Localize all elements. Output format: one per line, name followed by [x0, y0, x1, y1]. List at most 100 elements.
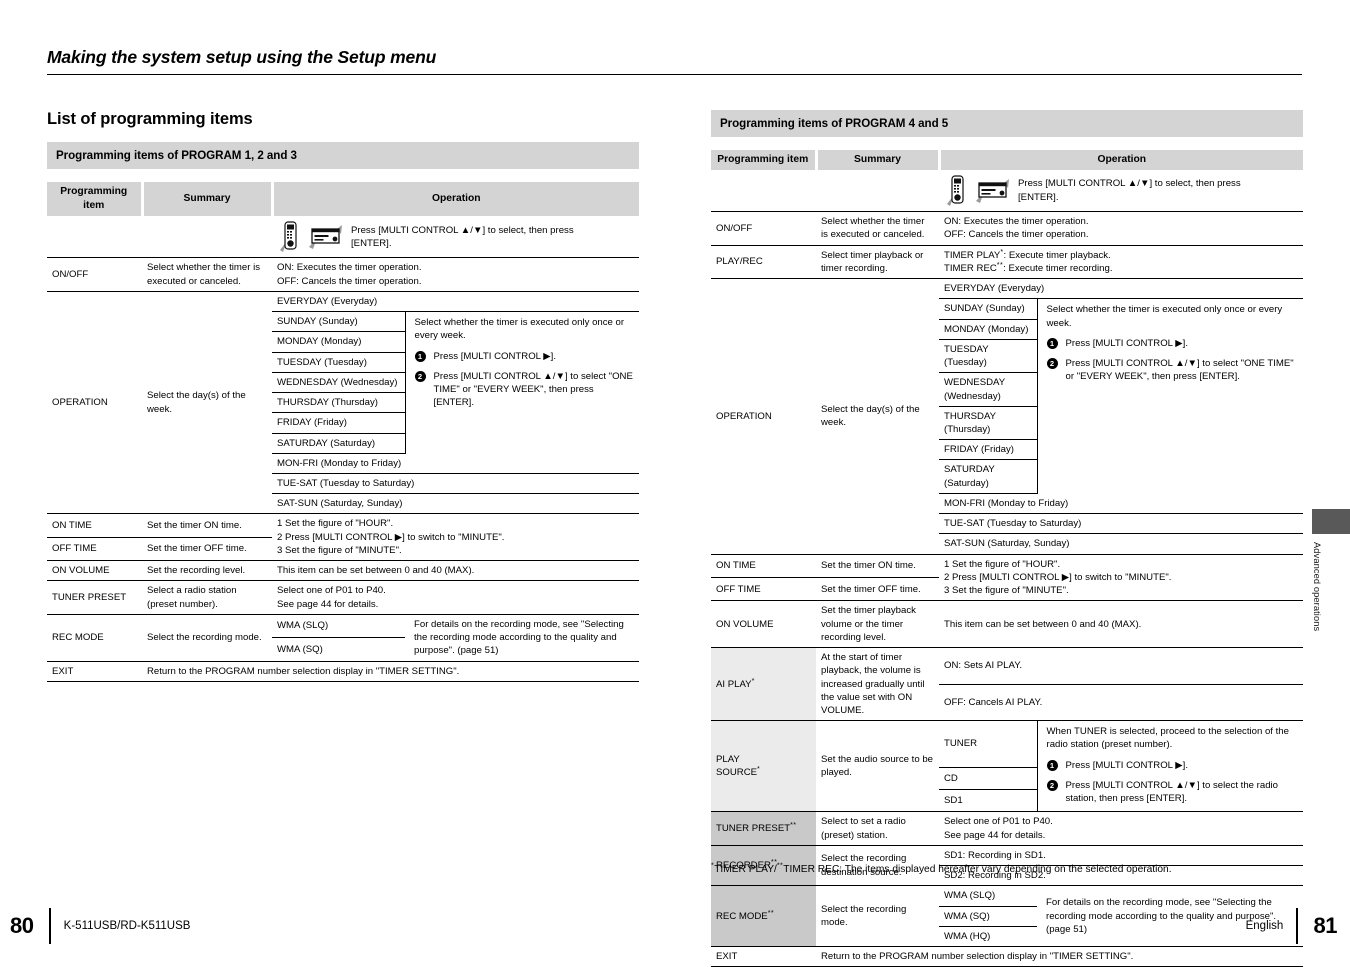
play-source-tuner-note: When TUNER is selected, proceed to the s… [1036, 720, 1304, 813]
operation-day-sunday: SUNDAY (Sunday) [272, 311, 405, 333]
operation-step-2: 2 Press [MULTI CONTROL ▲/▼] to select "O… [1046, 357, 1298, 383]
row-operation-time: 1 Set the figure of "HOUR". 2 Press [MUL… [272, 513, 640, 562]
device-icons-group [279, 221, 342, 253]
stereo-receiver-icon [309, 224, 342, 249]
step-number-2: 2 [414, 370, 426, 382]
ai-play-op-off: OFF: Cancels AI PLAY. [939, 684, 1304, 722]
rec-mode-footnote-marker: ** [767, 907, 775, 917]
play-source-label-line1: PLAY [716, 754, 740, 766]
left-table-band: Programming items of PROGRAM 1, 2 and 3 [47, 142, 639, 169]
right-page-column: Programming items of PROGRAM 4 and 5 Pro… [711, 110, 1304, 967]
remote-control-icon [280, 221, 297, 253]
play-source-note-intro: When TUNER is selected, proceed to the s… [1046, 726, 1289, 751]
footnote-part-2: TIMER REC: The items displayed hereafter… [783, 864, 1172, 875]
time-op-line1: 1 Set the figure of "HOUR". [944, 558, 1061, 570]
row-item-on-time: ON TIME [711, 554, 816, 579]
time-op-line3: 3 Set the figure of "MINUTE". [277, 544, 402, 556]
operation-day-wednesday: WEDNESDAY (Wednesday) [272, 372, 405, 394]
ai-play-op-on: ON: Sets AI PLAY. [939, 647, 1304, 685]
row-summary-on-volume: Set the timer playback volume or the tim… [816, 600, 939, 649]
step-number-1: 1 [1046, 337, 1058, 349]
table-row-ai-play-on: AI PLAY* At the start of timer playback,… [711, 647, 1304, 722]
operation-note-intro: Select whether the timer is executed onl… [414, 317, 625, 342]
col-header-programming-item: Programming item [47, 182, 144, 217]
empty-item-cell [47, 216, 142, 259]
page-footnote: *TIMER PLAY/**TIMER REC: The items displ… [711, 862, 1172, 875]
operation-step-2-text: Press [MULTI CONTROL ▲/▼] to select "ONE… [1065, 358, 1294, 383]
row-item-exit: EXIT [47, 661, 142, 682]
row-operation-play-rec: TIMER PLAY*: Execute timer playback. TIM… [939, 245, 1304, 280]
operation-everyday: EVERYDAY (Everyday) [272, 291, 640, 313]
operation-day-sunday: SUNDAY (Sunday) [939, 298, 1037, 320]
row-item-tuner-preset: TUNER PRESET [47, 580, 142, 615]
table-row-on-time: ON TIME Set the timer ON time. 1 Set the… [47, 513, 640, 562]
play-rec-op-line2: TIMER REC**: Execute timer recording. [944, 261, 1298, 275]
icon-instruction-line2: [ENTER]. [351, 237, 392, 249]
row-operation-tuner-preset: Select one of P01 to P40. See page 44 fo… [272, 580, 640, 615]
row-item-off-time: OFF TIME [47, 537, 142, 562]
play-source-cd: CD [939, 767, 1037, 791]
col-header-summary: Summary [142, 182, 274, 217]
side-tab-label: Advanced operations [1312, 542, 1322, 632]
rec-mode-note: For details on the recording mode, see "… [405, 614, 640, 662]
page-number-right: 81 [1313, 913, 1338, 938]
row-item-on-time: ON TIME [47, 513, 142, 538]
timer-play-desc: : Execute timer playback. [1003, 249, 1111, 261]
page-number-left: 80 [10, 913, 34, 938]
row-item-operation: OPERATION [47, 291, 142, 515]
row-item-rec-mode: REC MODE [47, 614, 142, 662]
footer-left: 80 K-511USB/RD-K511USB [10, 908, 190, 944]
empty-item-cell [711, 170, 816, 213]
language-label: English [1245, 920, 1284, 932]
table-row-onoff: ON/OFF Select whether the timer is execu… [711, 211, 1304, 246]
operation-step-2: 2 Press [MULTI CONTROL ▲/▼] to select "O… [414, 370, 634, 410]
row-summary-on-time: Set the timer ON time. [142, 513, 272, 538]
onoff-op-line1: ON: Executes the timer operation. [944, 216, 1089, 228]
row-summary-rec-mode: Select the recording mode. [816, 885, 939, 948]
operation-step-2-text: Press [MULTI CONTROL ▲/▼] to select "ONE… [433, 370, 633, 409]
operation-week-note: Select whether the timer is executed onl… [404, 311, 640, 454]
right-programming-table: Programming item Summary Operation Press… [711, 150, 1304, 967]
table-row-icon-instruction: Press [MULTI CONTROL ▲/▼] to select, the… [711, 170, 1304, 213]
operation-range-sat-sun: SAT-SUN (Saturday, Sunday) [272, 493, 640, 515]
tuner-preset-op-line1: Select one of P01 to P40. [277, 585, 386, 597]
time-op-line1: 1 Set the figure of "HOUR". [277, 518, 394, 530]
table-row-operation-everyday: OPERATION Select the day(s) of the week.… [47, 291, 640, 515]
right-table-band: Programming items of PROGRAM 4 and 5 [711, 110, 1303, 137]
row-operation-exit: Return to the PROGRAM number selection d… [816, 946, 1304, 967]
stereo-receiver-icon [976, 178, 1009, 203]
page-title: List of programming items [47, 110, 253, 128]
table-row-onoff: ON/OFF Select whether the timer is execu… [47, 257, 640, 292]
table-row-play-source-tuner: PLAY SOURCE* Set the audio source to be … [711, 720, 1304, 813]
side-tab-block [1312, 509, 1350, 534]
operation-day-wednesday: WEDNESDAY (Wednesday) [939, 372, 1037, 407]
recorder-op-line1: SD1: Recording in SD1. [939, 845, 1304, 867]
table-row-exit: EXIT Return to the PROGRAM number select… [711, 946, 1304, 967]
empty-summary-cell [816, 170, 939, 213]
tuner-preset-label: TUNER PRESET [716, 823, 791, 835]
table-row-exit: EXIT Return to the PROGRAM number select… [47, 661, 640, 682]
row-operation-tuner-preset: Select one of P01 to P40. See page 44 fo… [939, 811, 1304, 846]
row-summary-onoff: Select whether the timer is executed or … [142, 257, 272, 292]
play-source-sd1: SD1 [939, 789, 1037, 813]
row-summary-tuner-preset: Select a radio station (preset number). [142, 580, 272, 615]
operation-day-tuesday: TUESDAY (Tuesday) [939, 339, 1037, 374]
empty-summary-cell [142, 216, 272, 259]
col-header-operation: Operation [939, 150, 1304, 171]
time-op-line2: 2 Press [MULTI CONTROL ▶] to switch to "… [277, 531, 505, 543]
icon-instruction-cell: Press [MULTI CONTROL ▲/▼] to select, the… [939, 170, 1304, 213]
row-summary-play-rec: Select timer playback or timer recording… [816, 245, 939, 280]
row-summary-off-time: Set the timer OFF time. [816, 577, 939, 602]
ai-play-label: AI PLAY [716, 678, 752, 690]
table-row-rec-mode-1: REC MODE Select the recording mode. WMA … [47, 614, 640, 662]
operation-step-1-text: Press [MULTI CONTROL ▶]. [433, 350, 557, 362]
rec-mode-wma-sq: WMA (SQ) [272, 637, 405, 662]
tuner-preset-op-line1: Select one of P01 to P40. [944, 816, 1053, 828]
operation-range-tue-sat: TUE-SAT (Tuesday to Saturday) [272, 473, 640, 495]
row-item-exit: EXIT [711, 946, 816, 967]
icon-instruction-text: Press [MULTI CONTROL ▲/▼] to select, the… [1018, 177, 1298, 203]
row-item-play-rec: PLAY/REC [711, 245, 816, 280]
icon-instruction-line1: Press [MULTI CONTROL ▲/▼] to select, the… [351, 224, 574, 236]
step-number-1: 1 [414, 350, 426, 362]
row-summary-operation: Select the day(s) of the week. [142, 291, 272, 515]
